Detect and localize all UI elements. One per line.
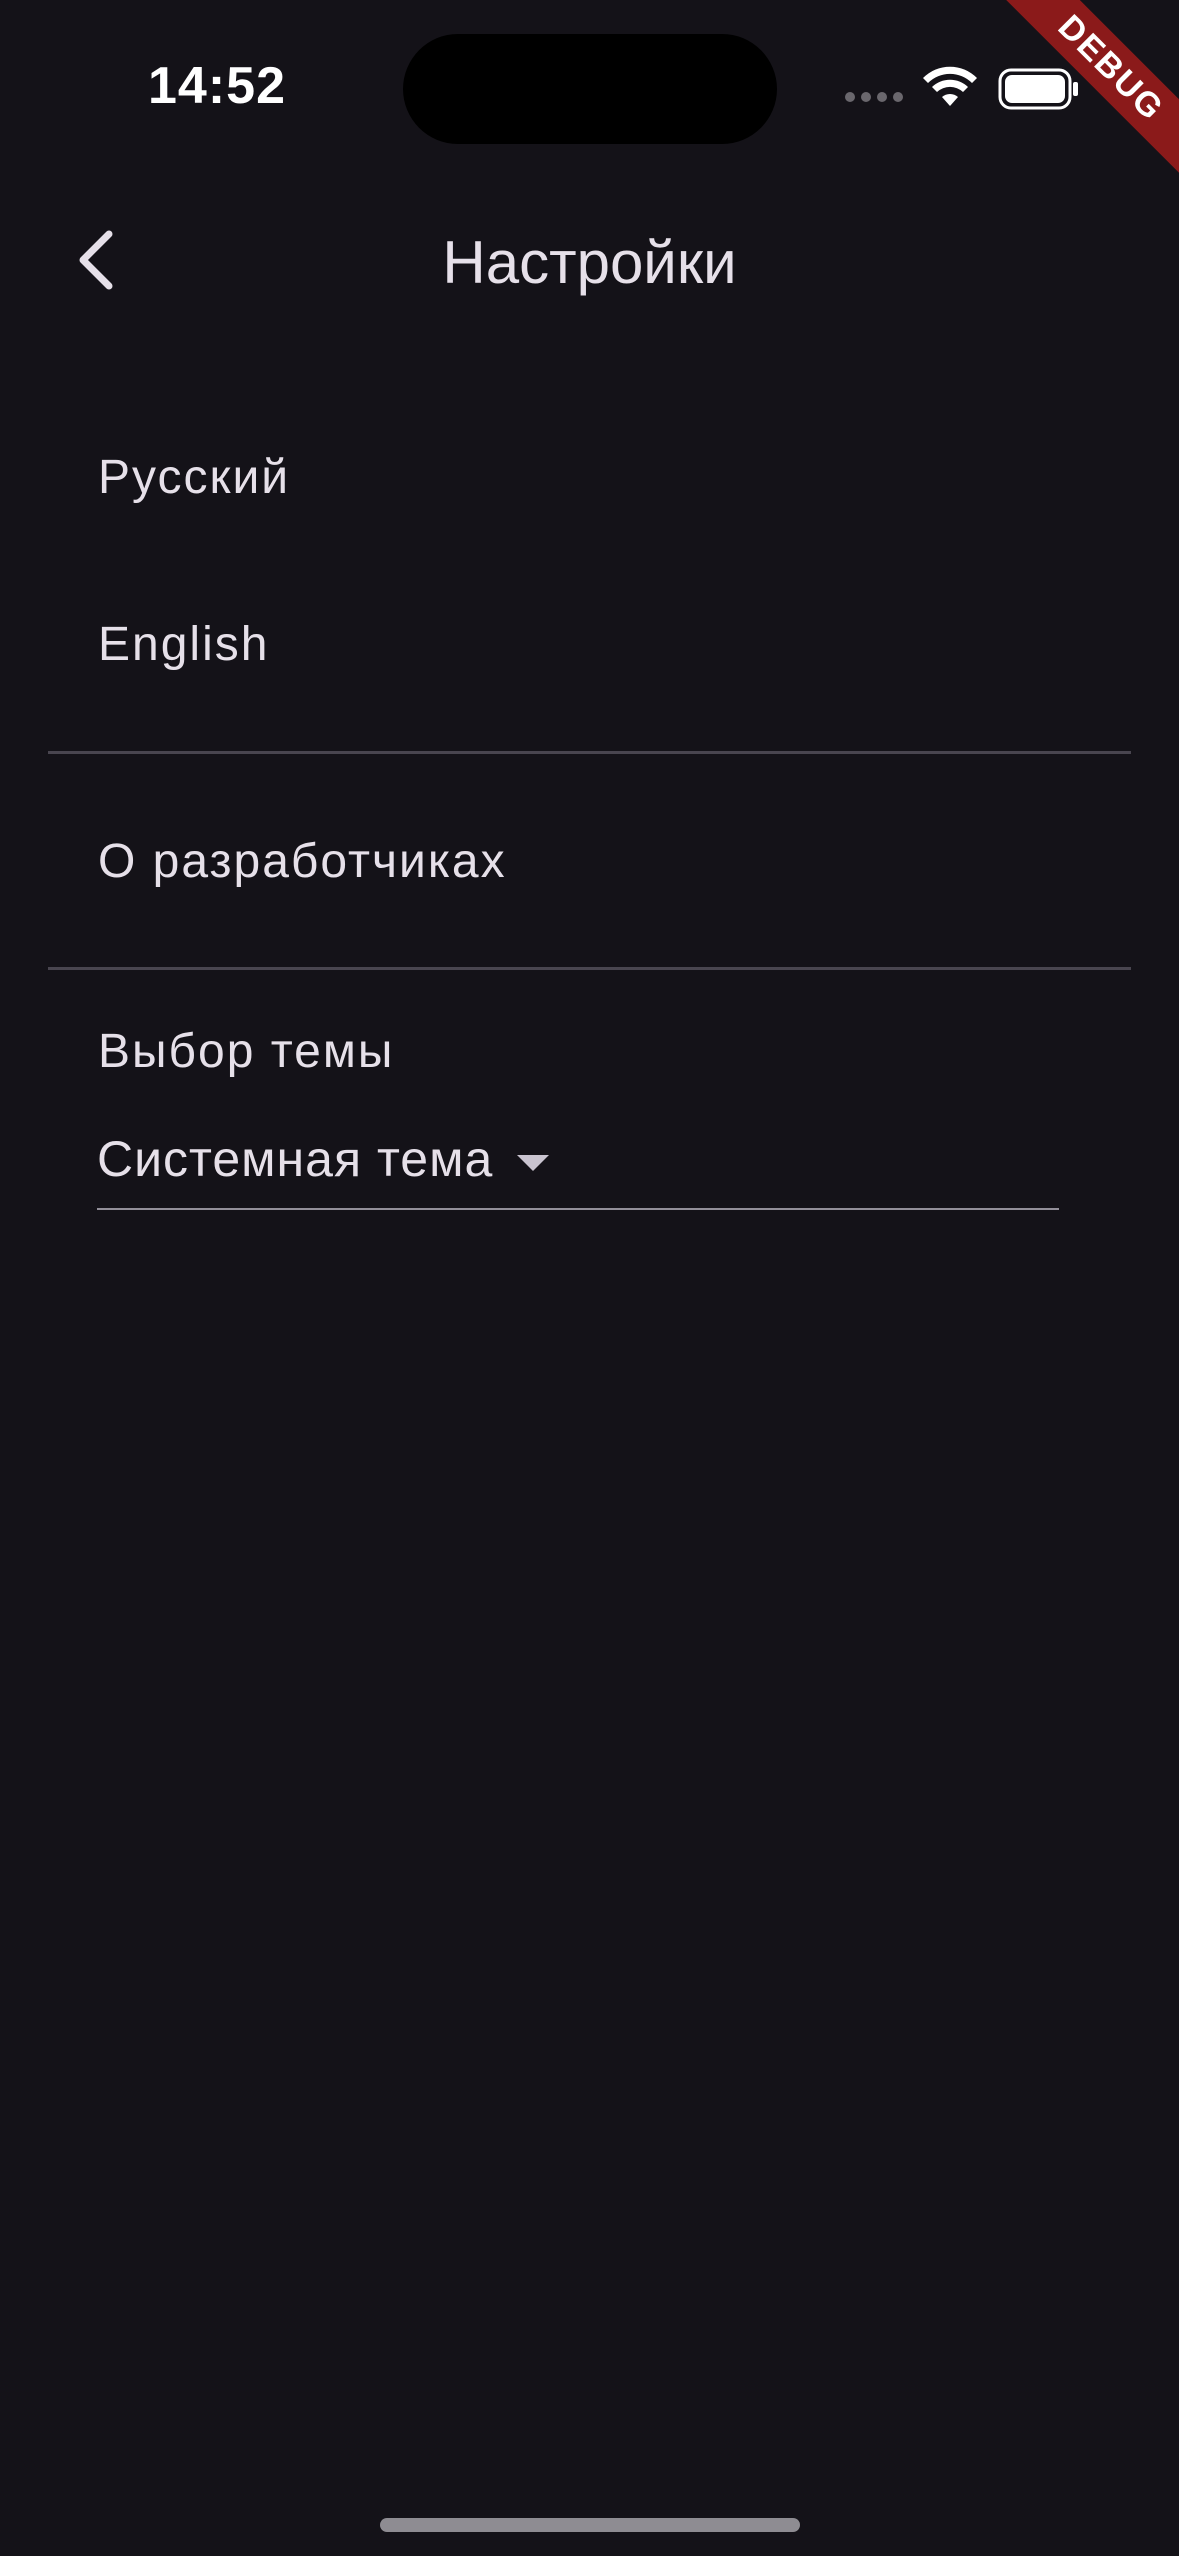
app-bar: Настройки <box>0 190 1179 330</box>
divider <box>48 967 1131 970</box>
dropdown-arrow-icon <box>517 1155 549 1171</box>
theme-section-label: Выбор темы <box>98 1025 395 1078</box>
debug-banner-label: DEBUG <box>993 0 1179 186</box>
language-item-russian[interactable]: Русский <box>98 450 290 505</box>
about-developers-item[interactable]: О разработчиках <box>98 834 507 889</box>
wifi-icon <box>923 66 977 106</box>
language-item-english[interactable]: English <box>98 617 269 672</box>
theme-dropdown-value: Системная тема <box>97 1131 494 1187</box>
home-indicator[interactable] <box>380 2518 800 2532</box>
cellular-signal-icon <box>845 92 903 102</box>
debug-banner: DEBUG <box>979 0 1179 200</box>
page-title: Настройки <box>442 229 737 296</box>
theme-dropdown[interactable]: Системная тема <box>97 1120 1059 1210</box>
divider <box>48 751 1131 754</box>
status-time: 14:52 <box>148 57 286 115</box>
dynamic-island <box>403 34 777 144</box>
